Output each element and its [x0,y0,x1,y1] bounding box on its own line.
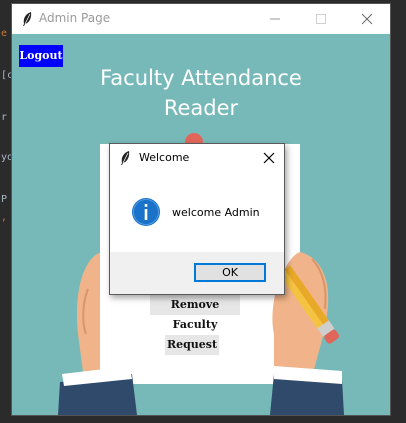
minimize-icon [270,18,280,20]
editor-glyph: e [1,28,8,39]
feather-icon [119,150,131,170]
close-button[interactable] [344,4,390,34]
logout-button[interactable]: Logout [19,45,63,67]
app-title-line2: Reader [163,96,239,120]
editor-glyph: , [1,212,8,223]
dialog-message: welcome Admin [172,206,260,219]
info-icon [132,198,160,226]
app-title: Faculty Attendance [100,66,302,90]
dialog-body: welcome Admin [110,172,284,252]
editor-glyph: P [1,194,8,205]
feather-icon [21,11,33,31]
maximize-icon [316,14,326,24]
window-title: Admin Page [39,11,111,25]
maximize-button[interactable] [298,4,344,34]
close-icon [361,13,373,25]
dialog-title: Welcome [139,151,190,164]
editor-glyph: r [1,112,8,123]
welcome-dialog: Welcome welcome Admin OK [109,143,285,295]
minimize-button[interactable] [252,4,298,34]
request-button[interactable]: Request [165,335,219,355]
ok-button[interactable]: OK [194,263,266,282]
dialog-close-button[interactable] [254,144,284,172]
dialog-titlebar[interactable]: Welcome [110,144,284,172]
background-editor: e [c r yo P , [0,0,13,423]
close-icon [263,152,275,164]
window-titlebar[interactable]: Admin Page [12,4,390,34]
remove-faculty-button[interactable]: Remove Faculty [150,295,240,331]
